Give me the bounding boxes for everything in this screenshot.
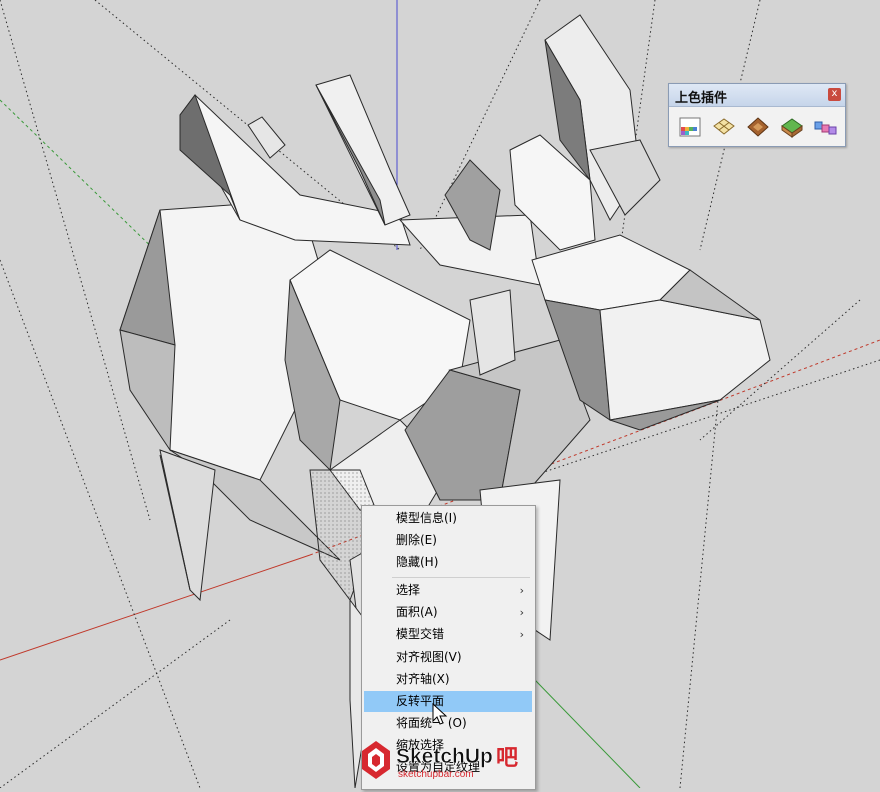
terrain-icon[interactable] (779, 114, 805, 140)
toolbar-close-button[interactable]: x (828, 88, 841, 101)
watermark-site: sketchupbar.com (398, 769, 474, 780)
watermark-suffix: 吧 (496, 746, 518, 771)
menu-item-align-axes[interactable]: 对齐轴(X) (364, 669, 532, 690)
wood-material-icon[interactable] (745, 114, 771, 140)
menu-item-align-view[interactable]: 对齐视图(V) (364, 647, 532, 668)
menu-item-select[interactable]: 选择 › (364, 580, 532, 601)
texture-grid-icon[interactable] (711, 114, 737, 140)
menu-item-orient-faces[interactable]: 将面统一 (O) (364, 713, 532, 734)
watermark-brand: SketchUp (396, 745, 493, 768)
color-grid-icon[interactable] (677, 114, 703, 140)
coloring-plugin-toolbar: 上色插件 x (668, 83, 846, 147)
submenu-arrow-icon: › (519, 584, 524, 597)
menu-item-hide[interactable]: 隐藏(H) (364, 552, 532, 573)
color-cubes-icon[interactable] (813, 114, 839, 140)
menu-item-model-info[interactable]: 模型信息(I) (364, 508, 532, 529)
submenu-arrow-icon: › (519, 628, 524, 641)
menu-item-delete[interactable]: 删除(E) (364, 530, 532, 551)
toolbar-title: 上色插件 (675, 91, 728, 106)
sketchup-logo-icon (362, 741, 390, 779)
menu-item-reverse-faces[interactable]: 反转平面 (364, 691, 532, 712)
submenu-arrow-icon: › (519, 606, 524, 619)
toolbar-titlebar[interactable]: 上色插件 x (669, 84, 845, 107)
menu-item-intersect[interactable]: 模型交错 › (364, 624, 532, 645)
sketchupbar-watermark: SketchUp 吧 sketchupbar.com (362, 741, 518, 780)
mouse-cursor-icon (432, 703, 448, 725)
menu-separator (392, 577, 530, 578)
menu-item-area[interactable]: 面积(A) › (364, 602, 532, 623)
